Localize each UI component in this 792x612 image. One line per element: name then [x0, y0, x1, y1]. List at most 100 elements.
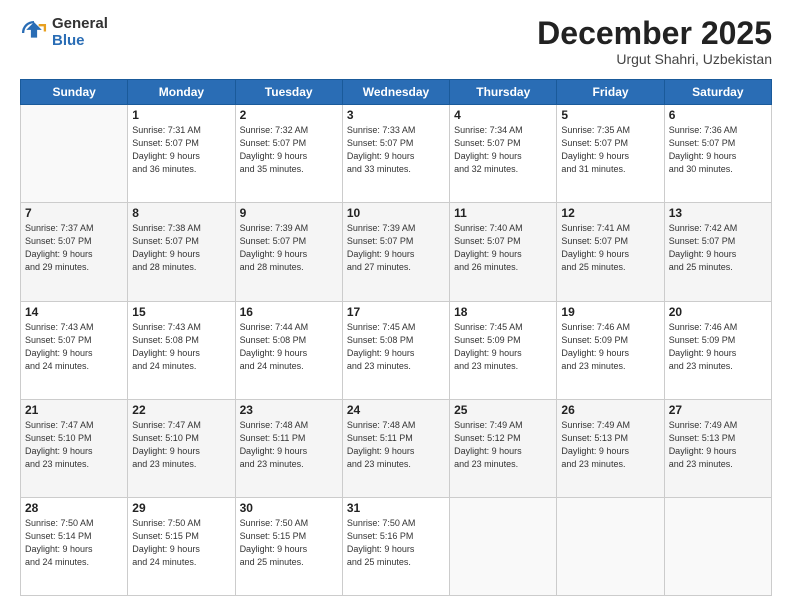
day-info: Sunrise: 7:48 AM Sunset: 5:11 PM Dayligh… [240, 419, 338, 471]
day-number: 12 [561, 206, 659, 220]
title-block: December 2025 Urgut Shahri, Uzbekistan [537, 16, 772, 67]
day-info: Sunrise: 7:46 AM Sunset: 5:09 PM Dayligh… [669, 321, 767, 373]
calendar-cell: 7 Sunrise: 7:37 AM Sunset: 5:07 PM Daylig… [21, 203, 128, 301]
day-number: 9 [240, 206, 338, 220]
day-info: Sunrise: 7:39 AM Sunset: 5:07 PM Dayligh… [347, 222, 445, 274]
logo-general: General [52, 16, 108, 33]
header: General Blue December 2025 Urgut Shahri,… [20, 16, 772, 67]
day-info: Sunrise: 7:39 AM Sunset: 5:07 PM Dayligh… [240, 222, 338, 274]
calendar-cell: 12 Sunrise: 7:41 AM Sunset: 5:07 PM Dayli… [557, 203, 664, 301]
calendar-cell [450, 497, 557, 595]
day-number: 16 [240, 305, 338, 319]
day-number: 13 [669, 206, 767, 220]
col-header-friday: Friday [557, 80, 664, 105]
day-info: Sunrise: 7:43 AM Sunset: 5:07 PM Dayligh… [25, 321, 123, 373]
day-number: 29 [132, 501, 230, 515]
day-info: Sunrise: 7:43 AM Sunset: 5:08 PM Dayligh… [132, 321, 230, 373]
day-number: 11 [454, 206, 552, 220]
calendar-cell: 16 Sunrise: 7:44 AM Sunset: 5:08 PM Dayli… [235, 301, 342, 399]
day-info: Sunrise: 7:42 AM Sunset: 5:07 PM Dayligh… [669, 222, 767, 274]
day-info: Sunrise: 7:50 AM Sunset: 5:14 PM Dayligh… [25, 517, 123, 569]
calendar-cell: 10 Sunrise: 7:39 AM Sunset: 5:07 PM Dayli… [342, 203, 449, 301]
page: General Blue December 2025 Urgut Shahri,… [0, 0, 792, 612]
calendar-cell: 26Sunrise: 7:49 AM Sunset: 5:13 PM Dayli… [557, 399, 664, 497]
calendar-week-1: 7 Sunrise: 7:37 AM Sunset: 5:07 PM Daylig… [21, 203, 772, 301]
day-number: 7 [25, 206, 123, 220]
day-info: Sunrise: 7:48 AM Sunset: 5:11 PM Dayligh… [347, 419, 445, 471]
day-number: 8 [132, 206, 230, 220]
day-number: 17 [347, 305, 445, 319]
day-info: Sunrise: 7:47 AM Sunset: 5:10 PM Dayligh… [132, 419, 230, 471]
day-info: Sunrise: 7:36 AM Sunset: 5:07 PM Dayligh… [669, 124, 767, 176]
day-info: Sunrise: 7:33 AM Sunset: 5:07 PM Dayligh… [347, 124, 445, 176]
day-info: Sunrise: 7:31 AM Sunset: 5:07 PM Dayligh… [132, 124, 230, 176]
day-number: 14 [25, 305, 123, 319]
logo-text: General Blue [52, 16, 108, 49]
day-number: 4 [454, 108, 552, 122]
day-info: Sunrise: 7:49 AM Sunset: 5:12 PM Dayligh… [454, 419, 552, 471]
day-info: Sunrise: 7:44 AM Sunset: 5:08 PM Dayligh… [240, 321, 338, 373]
day-info: Sunrise: 7:50 AM Sunset: 5:15 PM Dayligh… [240, 517, 338, 569]
day-number: 6 [669, 108, 767, 122]
calendar-cell: 2 Sunrise: 7:32 AM Sunset: 5:07 PM Daylig… [235, 105, 342, 203]
day-info: Sunrise: 7:35 AM Sunset: 5:07 PM Dayligh… [561, 124, 659, 176]
logo-blue: Blue [52, 33, 108, 50]
calendar-cell: 30 Sunrise: 7:50 AM Sunset: 5:15 PM Dayli… [235, 497, 342, 595]
day-info: Sunrise: 7:38 AM Sunset: 5:07 PM Dayligh… [132, 222, 230, 274]
calendar-week-0: 1 Sunrise: 7:31 AM Sunset: 5:07 PM Daylig… [21, 105, 772, 203]
calendar-cell: 4Sunrise: 7:34 AM Sunset: 5:07 PM Daylig… [450, 105, 557, 203]
day-info: Sunrise: 7:50 AM Sunset: 5:15 PM Dayligh… [132, 517, 230, 569]
day-number: 31 [347, 501, 445, 515]
calendar-cell: 15 Sunrise: 7:43 AM Sunset: 5:08 PM Dayli… [128, 301, 235, 399]
calendar-table: SundayMondayTuesdayWednesdayThursdayFrid… [20, 79, 772, 596]
day-info: Sunrise: 7:37 AM Sunset: 5:07 PM Dayligh… [25, 222, 123, 274]
day-info: Sunrise: 7:49 AM Sunset: 5:13 PM Dayligh… [561, 419, 659, 471]
day-number: 2 [240, 108, 338, 122]
day-number: 19 [561, 305, 659, 319]
calendar-cell [664, 497, 771, 595]
calendar-cell: 17Sunrise: 7:45 AM Sunset: 5:08 PM Dayli… [342, 301, 449, 399]
calendar-cell: 20 Sunrise: 7:46 AM Sunset: 5:09 PM Dayli… [664, 301, 771, 399]
day-number: 18 [454, 305, 552, 319]
calendar-cell: 13 Sunrise: 7:42 AM Sunset: 5:07 PM Dayli… [664, 203, 771, 301]
col-header-monday: Monday [128, 80, 235, 105]
day-info: Sunrise: 7:32 AM Sunset: 5:07 PM Dayligh… [240, 124, 338, 176]
calendar-week-3: 21 Sunrise: 7:47 AM Sunset: 5:10 PM Dayli… [21, 399, 772, 497]
month-title: December 2025 [537, 16, 772, 51]
calendar-cell: 8 Sunrise: 7:38 AM Sunset: 5:07 PM Daylig… [128, 203, 235, 301]
day-number: 24 [347, 403, 445, 417]
logo-icon [20, 19, 48, 47]
day-info: Sunrise: 7:47 AM Sunset: 5:10 PM Dayligh… [25, 419, 123, 471]
day-number: 10 [347, 206, 445, 220]
col-header-thursday: Thursday [450, 80, 557, 105]
day-number: 30 [240, 501, 338, 515]
calendar-cell: 14 Sunrise: 7:43 AM Sunset: 5:07 PM Dayli… [21, 301, 128, 399]
day-number: 3 [347, 108, 445, 122]
calendar-cell: 29 Sunrise: 7:50 AM Sunset: 5:15 PM Dayli… [128, 497, 235, 595]
day-number: 1 [132, 108, 230, 122]
calendar-cell: 18 Sunrise: 7:45 AM Sunset: 5:09 PM Dayli… [450, 301, 557, 399]
day-number: 15 [132, 305, 230, 319]
col-header-wednesday: Wednesday [342, 80, 449, 105]
calendar-cell: 6 Sunrise: 7:36 AM Sunset: 5:07 PM Daylig… [664, 105, 771, 203]
logo: General Blue [20, 16, 108, 49]
calendar-cell: 9 Sunrise: 7:39 AM Sunset: 5:07 PM Daylig… [235, 203, 342, 301]
location-subtitle: Urgut Shahri, Uzbekistan [537, 51, 772, 67]
calendar-cell: 24 Sunrise: 7:48 AM Sunset: 5:11 PM Dayli… [342, 399, 449, 497]
calendar-cell: 3 Sunrise: 7:33 AM Sunset: 5:07 PM Daylig… [342, 105, 449, 203]
day-info: Sunrise: 7:40 AM Sunset: 5:07 PM Dayligh… [454, 222, 552, 274]
day-info: Sunrise: 7:50 AM Sunset: 5:16 PM Dayligh… [347, 517, 445, 569]
calendar-cell: 28Sunrise: 7:50 AM Sunset: 5:14 PM Dayli… [21, 497, 128, 595]
col-header-tuesday: Tuesday [235, 80, 342, 105]
day-info: Sunrise: 7:46 AM Sunset: 5:09 PM Dayligh… [561, 321, 659, 373]
day-number: 20 [669, 305, 767, 319]
day-number: 23 [240, 403, 338, 417]
day-info: Sunrise: 7:45 AM Sunset: 5:09 PM Dayligh… [454, 321, 552, 373]
day-number: 5 [561, 108, 659, 122]
calendar-cell [557, 497, 664, 595]
col-header-sunday: Sunday [21, 80, 128, 105]
day-number: 21 [25, 403, 123, 417]
calendar-header-row: SundayMondayTuesdayWednesdayThursdayFrid… [21, 80, 772, 105]
calendar-cell: 1 Sunrise: 7:31 AM Sunset: 5:07 PM Daylig… [128, 105, 235, 203]
day-info: Sunrise: 7:41 AM Sunset: 5:07 PM Dayligh… [561, 222, 659, 274]
